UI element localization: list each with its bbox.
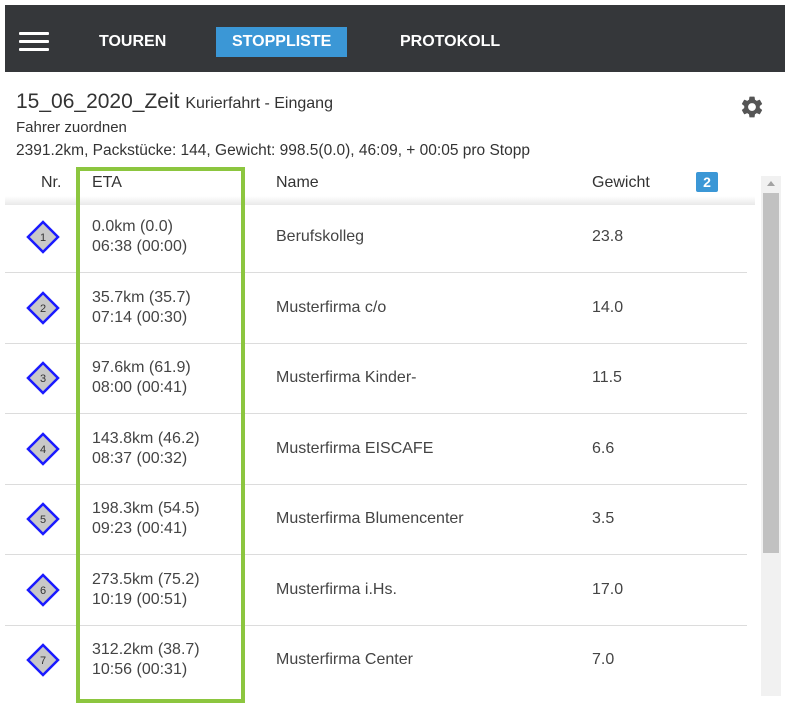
tab-touren[interactable]: TOUREN (83, 27, 182, 57)
header-divider (5, 196, 755, 205)
top-nav-bar: TOUREN STOPPLISTE PROTOKOLL (5, 5, 785, 72)
eta-cell: 35.7km (35.7) 07:14 (00:30) (92, 288, 191, 328)
hamburger-icon[interactable] (19, 32, 49, 52)
column-header-name[interactable]: Name (276, 174, 319, 192)
scrollbar[interactable] (761, 176, 781, 696)
eta-distance: 35.7km (35.7) (92, 288, 191, 306)
table-row[interactable]: 1 0.0km (0.0) 06:38 (00:00) Berufskolleg 23.… (5, 203, 747, 273)
diamond-marker-icon: 1 (26, 220, 60, 254)
stop-number: 6 (40, 585, 46, 597)
diamond-marker-icon: 5 (26, 502, 60, 536)
eta-cell: 0.0km (0.0) 06:38 (00:00) (92, 217, 187, 257)
stop-weight: 14.0 (592, 298, 624, 316)
table-row[interactable]: 5 198.3km (54.5) 09:23 (00:41) Musterfirma … (5, 485, 747, 555)
stop-name: Musterfirma Center (276, 651, 413, 668)
eta-distance: 0.0km (0.0) (92, 218, 173, 235)
stop-name: Musterfirma i.Hs. (276, 580, 397, 598)
stop-name: Musterfirma Kinder- (276, 369, 417, 386)
gear-icon[interactable] (739, 94, 765, 120)
tab-stoppliste[interactable]: STOPPLISTE (216, 27, 348, 57)
stop-number: 5 (40, 514, 46, 526)
stop-name: Musterfirma EISCAFE (276, 439, 434, 457)
tour-title: 15_06_2020_Zeit (16, 90, 180, 113)
table-row[interactable]: 4 143.8km (46.2) 08:37 (00:32) Musterfirma … (5, 415, 747, 485)
column-header-nr[interactable]: Nr. (41, 174, 61, 192)
scroll-up-arrow-icon[interactable] (761, 176, 781, 192)
stop-number: 2 (40, 303, 46, 315)
eta-cell: 273.5km (75.2) 10:19 (00:51) (92, 570, 200, 610)
diamond-marker-icon: 7 (26, 643, 60, 677)
table-row[interactable]: 6 273.5km (75.2) 10:19 (00:51) Musterfirma … (5, 556, 747, 626)
eta-cell: 312.2km (38.7) 10:56 (00:31) (92, 640, 200, 680)
table-row[interactable]: 2 35.7km (35.7) 07:14 (00:30) Musterfirma c… (5, 274, 747, 344)
stop-weight: 7.0 (592, 651, 615, 668)
eta-distance: 97.6km (61.9) (92, 359, 191, 376)
stop-number: 7 (40, 655, 46, 667)
tab-protokoll[interactable]: PROTOKOLL (384, 27, 516, 57)
table-row[interactable]: 7 312.2km (38.7) 10:56 (00:31) Musterfirma … (5, 626, 747, 695)
table-row[interactable]: 3 97.6km (61.9) 08:00 (00:41) Musterfirma K… (5, 344, 747, 414)
eta-time: 07:14 (00:30) (92, 308, 188, 326)
stop-weight: 23.8 (592, 228, 624, 245)
stop-number: 4 (40, 444, 46, 456)
tour-title-line: 15_06_2020_Zeit Kurierfahrt - Eingang (16, 90, 756, 114)
stop-list: 1 0.0km (0.0) 06:38 (00:00) Berufskolleg 23.… (5, 203, 755, 695)
eta-time: 10:56 (00:31) (92, 661, 188, 678)
eta-distance: 273.5km (75.2) (92, 570, 200, 588)
stop-number: 1 (40, 232, 46, 244)
eta-time: 08:37 (00:32) (92, 449, 188, 467)
stop-name: Berufskolleg (276, 228, 365, 245)
stop-weight: 11.5 (592, 369, 622, 386)
eta-time: 09:23 (00:41) (92, 520, 188, 537)
eta-cell: 97.6km (61.9) 08:00 (00:41) (92, 358, 191, 398)
eta-distance: 143.8km (46.2) (92, 429, 200, 447)
diamond-marker-icon: 4 (26, 431, 60, 466)
count-badge[interactable]: 2 (696, 172, 718, 192)
stop-number: 3 (40, 373, 46, 385)
column-header-weight[interactable]: Gewicht (592, 174, 650, 192)
stop-weight: 3.5 (592, 510, 615, 527)
scroll-thumb[interactable] (763, 193, 779, 553)
tour-subtitle: Kurierfahrt - Eingang (185, 95, 333, 112)
stop-weight: 6.6 (592, 439, 615, 457)
column-header-eta[interactable]: ETA (92, 174, 122, 192)
eta-distance: 312.2km (38.7) (92, 641, 200, 658)
stop-name: Musterfirma Blumencenter (276, 510, 464, 527)
tour-summary: 2391.2km, Packstücke: 144, Gewicht: 998.… (16, 142, 530, 159)
stop-name: Musterfirma c/o (276, 298, 387, 316)
eta-time: 10:19 (00:51) (92, 590, 188, 608)
eta-distance: 198.3km (54.5) (92, 500, 200, 517)
diamond-marker-icon: 3 (26, 361, 60, 395)
eta-time: 08:00 (00:41) (92, 379, 188, 396)
assign-driver-link[interactable]: Fahrer zuordnen (16, 119, 127, 136)
eta-cell: 143.8km (46.2) 08:37 (00:32) (92, 429, 200, 469)
tour-header: 15_06_2020_Zeit Kurierfahrt - Eingang (16, 90, 756, 114)
eta-cell: 198.3km (54.5) 09:23 (00:41) (92, 499, 200, 539)
stop-weight: 17.0 (592, 580, 624, 598)
eta-time: 06:38 (00:00) (92, 238, 188, 255)
diamond-marker-icon: 2 (26, 290, 60, 325)
diamond-marker-icon: 6 (26, 572, 60, 607)
